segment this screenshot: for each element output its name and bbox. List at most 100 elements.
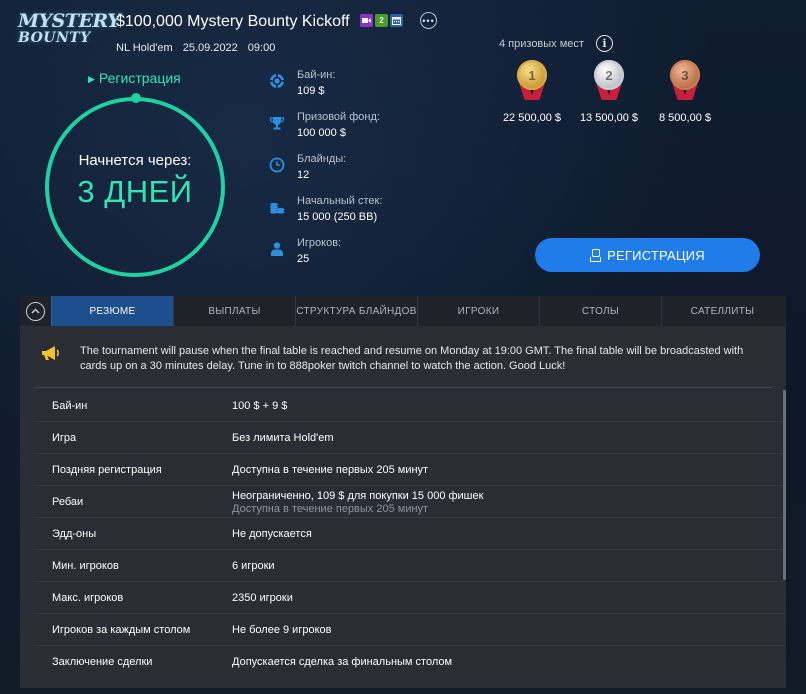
table-row: Игроков за каждым столом Не более 9 игро…: [34, 614, 784, 646]
logo-line-2: BOUNTY: [18, 30, 91, 46]
tab-tables[interactable]: СТОЛЫ: [539, 296, 661, 326]
chip-icon: [268, 72, 286, 90]
prize-amount: 22 500,00 $: [502, 112, 562, 124]
mystery-bounty-logo: MYSTERY BOUNTY: [18, 10, 121, 46]
details-table: Бай-ин 100 $ + 9 $ Игра Без лимита Hold'…: [34, 390, 784, 678]
medal-place: 3: [670, 60, 700, 90]
row-value: 100 $ + 9 $: [232, 400, 288, 412]
calendar-icon: [390, 14, 403, 27]
prize-places-heading: 4 призовых мест: [499, 38, 584, 50]
register-icon: [590, 248, 602, 262]
info-prize-pool: Призовой фонд: 100 000 $: [268, 110, 382, 152]
info-icon[interactable]: i: [596, 35, 613, 52]
divider: [34, 387, 772, 388]
table-row: Игра Без лимита Hold'em: [34, 422, 784, 454]
info-starting-stack: Начальный стек: 15 000 (250 BB): [268, 194, 382, 236]
table-row: Ребаи Неограниченно, 109 $ для покупки 1…: [34, 486, 784, 518]
tab-bar: РЕЗЮМЕ ВЫПЛАТЫ СТРУКТУРА БЛАЙНДОВ ИГРОКИ…: [20, 296, 786, 326]
table-row: Эдд-оны Не допускается: [34, 518, 784, 550]
row-value: 6 игроки: [232, 560, 275, 572]
info-value: 100 000 $: [297, 127, 346, 139]
prize-place-2: 2 13 500,00 $: [569, 60, 649, 124]
table-row: Поздняя регистрация Доступна в течение п…: [34, 454, 784, 486]
prize-place-1: 1 22 500,00 $: [492, 60, 572, 124]
info-label: Блайнды:: [297, 153, 347, 165]
tournament-header: MYSTERY BOUNTY $100,000 Mystery Bounty K…: [0, 0, 806, 296]
table-row: Заключение сделки Допускается сделка за …: [34, 646, 784, 678]
row-label: Ребаи: [52, 496, 84, 508]
player-icon: [268, 240, 286, 258]
countdown-value: 3 ДНЕЙ: [77, 174, 193, 209]
reentry-count: 2: [379, 16, 384, 25]
prize-amount: 13 500,00 $: [579, 112, 639, 124]
scrollbar-thumb[interactable]: [783, 390, 786, 580]
gold-medal-icon: 1: [517, 60, 547, 102]
row-value: Доступна в течение первых 205 минут: [232, 464, 429, 476]
tab-players[interactable]: ИГРОКИ: [417, 296, 539, 326]
game-type: NL Hold'em: [116, 42, 173, 54]
info-value: 15 000 (250 BB): [297, 211, 378, 223]
info-blinds: Блайнды: 12: [268, 152, 382, 194]
tab-satellites[interactable]: САТЕЛЛИТЫ: [661, 296, 783, 326]
register-button-label: РЕГИСТРАЦИЯ: [607, 247, 705, 263]
row-value: 2350 игроки: [232, 592, 293, 604]
chip-stack-icon: [268, 198, 286, 216]
tab-blind-structure[interactable]: СТРУКТУРА БЛАЙНДОВ: [295, 296, 417, 326]
row-value: Допускается сделка за финальным столом: [232, 656, 453, 668]
info-buyin: Бай-ин: 109 $: [268, 68, 382, 110]
row-label: Заключение сделки: [52, 656, 153, 668]
countdown-label: Начнется через:: [78, 152, 192, 169]
prize-place-3: 3 8 500,00 $: [645, 60, 725, 124]
prize-amount: 8 500,00 $: [659, 112, 711, 124]
info-label: Бай-ин:: [297, 69, 336, 81]
row-value-sub: Доступна в течение первых 205 минут: [232, 503, 429, 515]
clock-icon: [268, 156, 286, 174]
info-label: Начальный стек:: [297, 195, 383, 207]
tournament-notice: The tournament will pause when the final…: [34, 338, 772, 384]
reentry-icon: 2: [375, 14, 388, 27]
logo-line-1: MYSTERY: [18, 10, 121, 32]
more-options-button[interactable]: •••: [420, 12, 437, 29]
info-players: Игроков: 25: [268, 236, 382, 278]
trophy-icon: [268, 114, 286, 132]
tournament-info-list: Бай-ин: 109 $ Призовой фонд: 100 000 $ Б…: [268, 68, 382, 278]
row-label: Игроков за каждым столом: [52, 624, 191, 636]
tab-summary[interactable]: РЕЗЮМЕ: [51, 296, 173, 326]
info-value: 25: [297, 253, 310, 265]
row-label: Эдд-оны: [52, 528, 97, 540]
row-value: Не более 9 игроков: [232, 624, 332, 636]
row-value-main: Неограниченно, 109 $ для покупки 15 000 …: [232, 490, 484, 502]
info-label: Игроков:: [297, 237, 342, 249]
info-label: Призовой фонд:: [297, 111, 380, 123]
table-row: Мин. игроков 6 игроки: [34, 550, 784, 582]
info-value: 109 $: [297, 85, 325, 97]
row-value: Без лимита Hold'em: [232, 432, 334, 444]
registration-link-label: Регистрация: [98, 70, 181, 86]
register-button[interactable]: РЕГИСТРАЦИЯ: [535, 238, 760, 272]
table-row: Бай-ин 100 $ + 9 $: [34, 390, 784, 422]
row-label: Игра: [52, 432, 77, 444]
play-icon: ▶: [88, 74, 95, 84]
details-panel: РЕЗЮМЕ ВЫПЛАТЫ СТРУКТУРА БЛАЙНДОВ ИГРОКИ…: [20, 296, 786, 688]
collapse-button[interactable]: [20, 296, 51, 326]
row-label: Макс. игроков: [52, 592, 124, 604]
video-icon: [360, 14, 373, 27]
tournament-meta: NL Hold'em 25.09.2022 09:00: [116, 42, 285, 54]
tab-payouts[interactable]: ВЫПЛАТЫ: [173, 296, 295, 326]
countdown-progress-dot: [131, 93, 141, 103]
medal-place: 1: [517, 60, 547, 90]
row-value: Неограниченно, 109 $ для покупки 15 000 …: [232, 490, 483, 516]
row-label: Поздняя регистрация: [52, 464, 162, 476]
notice-text: The tournament will pause when the final…: [80, 345, 744, 372]
medal-place: 2: [594, 60, 624, 90]
info-value: 12: [297, 169, 310, 181]
registration-link[interactable]: ▶ Регистрация: [88, 70, 181, 86]
table-row: Макс. игроков 2350 игроки: [34, 582, 784, 614]
chevron-up-icon: [26, 301, 45, 321]
silver-medal-icon: 2: [594, 60, 624, 102]
megaphone-icon: [40, 344, 62, 362]
bronze-medal-icon: 3: [670, 60, 700, 102]
tournament-badges: 2: [360, 14, 403, 27]
row-label: Бай-ин: [52, 400, 88, 412]
start-date: 25.09.2022: [182, 42, 238, 54]
